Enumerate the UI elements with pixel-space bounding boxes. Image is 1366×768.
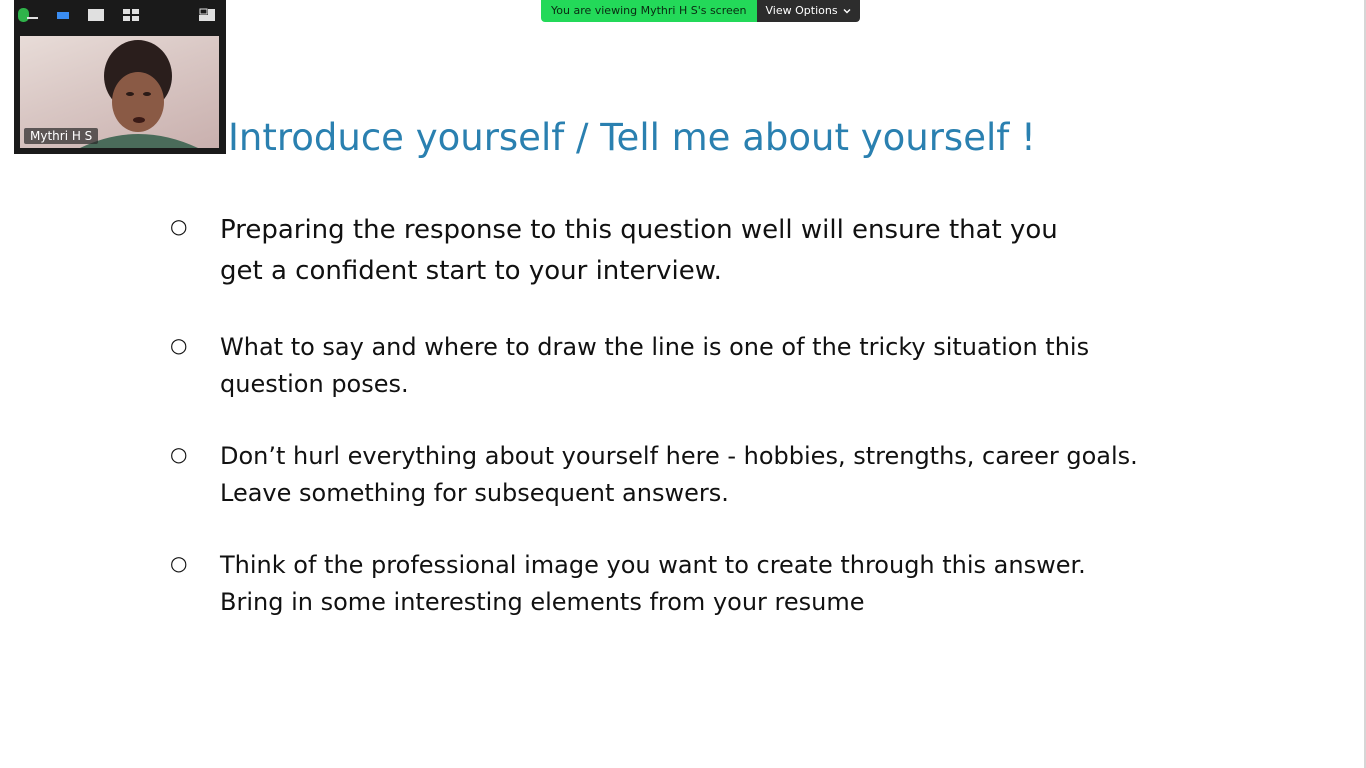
bullet-circle-icon: ○ (170, 442, 188, 466)
minimize-icon[interactable] (24, 7, 42, 23)
video-panel-toolbar (14, 0, 226, 30)
exit-minimized-icon[interactable] (198, 7, 216, 23)
bullet-circle-icon: ○ (170, 333, 188, 357)
active-speaker-view-icon[interactable] (54, 7, 72, 23)
screen-share-status: You are viewing Mythri H S's screen (541, 0, 757, 22)
bullet-circle-icon: ○ (170, 551, 188, 575)
bullet-line: Bring in some interesting elements from … (220, 588, 865, 616)
speaker-view-icon[interactable] (87, 7, 105, 23)
bullet-text: What to say and where to draw the line i… (220, 329, 1089, 403)
view-options-label: View Options (765, 4, 838, 17)
bullet-line: Preparing the response to this question … (220, 215, 1058, 245)
share-banner: You are viewing Mythri H S's screen View… (541, 0, 860, 22)
participant-name-tag: Mythri H S (24, 128, 99, 144)
chevron-down-icon (843, 9, 851, 14)
bullet-text: Preparing the response to this question … (220, 210, 1058, 292)
list-item: ○ Don’t hurl everything about yourself h… (170, 438, 1170, 512)
list-item: ○ Preparing the response to this questio… (170, 210, 1170, 292)
gallery-view-icon[interactable] (122, 7, 140, 23)
bullet-line: Think of the professional image you want… (220, 551, 1086, 579)
bullet-line: Leave something for subsequent answers. (220, 479, 729, 507)
bullet-text: Think of the professional image you want… (220, 547, 1086, 621)
bullet-line: get a confident start to your interview. (220, 256, 722, 286)
bullet-text: Don’t hurl everything about yourself her… (220, 438, 1138, 512)
shared-screen: You are viewing Mythri H S's screen View… (0, 0, 1366, 768)
view-options-button[interactable]: View Options (756, 0, 860, 22)
bullet-line: What to say and where to draw the line i… (220, 333, 1090, 361)
list-item: ○ Think of the professional image you wa… (170, 547, 1170, 621)
list-item: ○ What to say and where to draw the line… (170, 329, 1170, 403)
slide-title: Introduce yourself / Tell me about yours… (228, 116, 1036, 159)
participant-video-feed: Mythri H S (20, 36, 219, 148)
participant-video-panel[interactable]: Mythri H S (14, 0, 226, 154)
bullet-line: question poses. (220, 370, 409, 398)
bullet-circle-icon: ○ (170, 214, 188, 238)
bullet-line: Don’t hurl everything about yourself her… (220, 442, 1138, 470)
